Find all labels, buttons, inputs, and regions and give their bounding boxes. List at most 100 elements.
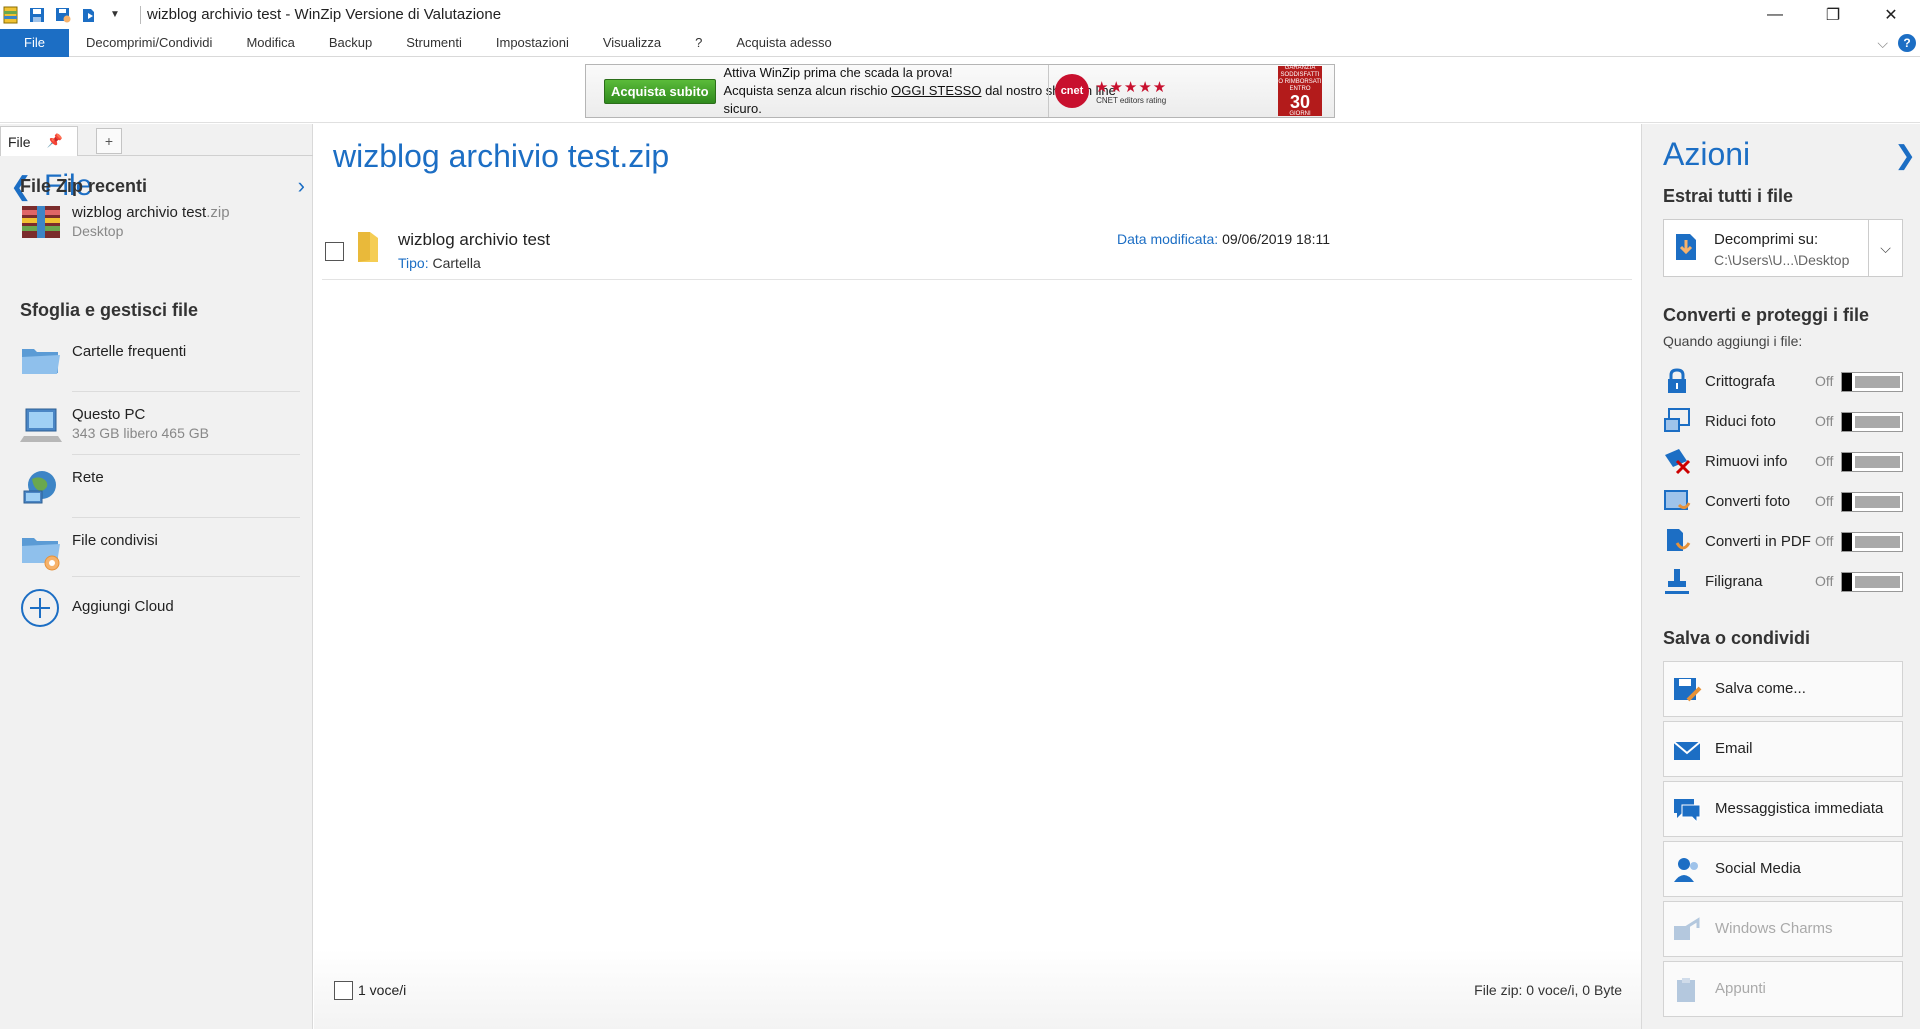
archive-content-pane: wizblog archivio test.zip wizblog archiv… — [314, 124, 1641, 1029]
place-name: Cartelle frequenti — [72, 343, 187, 360]
social-media-label: Social Media — [1715, 860, 1801, 877]
menu-acquista-adesso[interactable]: Acquista adesso — [719, 29, 848, 57]
social-media-button[interactable]: Social Media — [1663, 841, 1903, 897]
save-as-icon[interactable] — [54, 6, 72, 24]
windows-charms-button[interactable]: Windows Charms — [1663, 901, 1903, 957]
money-back-guarantee-badge: GARANZIA SODDISFATTI O RIMBORSATI ENTRO … — [1278, 65, 1322, 117]
clipboard-button[interactable]: Appunti — [1663, 961, 1903, 1017]
unzip-label: Decomprimi su: — [1714, 231, 1819, 248]
encrypt-toggle-switch[interactable] — [1841, 372, 1903, 392]
remove-info-toggle-switch[interactable] — [1841, 452, 1903, 472]
recent-zip-heading: File Zip recenti — [20, 176, 148, 196]
email-button[interactable]: Email — [1663, 721, 1903, 777]
tab-file[interactable]: File 📌 — [0, 126, 78, 156]
menu-impostazioni[interactable]: Impostazioni — [479, 29, 586, 57]
folder-icon — [356, 230, 380, 264]
divider — [72, 576, 300, 577]
place-this-pc[interactable]: Questo PC 343 GB libero 465 GB — [20, 406, 300, 442]
recent-zip-location: Desktop — [72, 223, 124, 239]
collapse-actions-chevron-icon[interactable]: ❯ — [1894, 140, 1916, 171]
menu-help-question[interactable]: ? — [678, 29, 719, 57]
minimize-button[interactable]: — — [1746, 0, 1804, 29]
entry-checkbox[interactable] — [325, 242, 344, 261]
forward-chevron-icon[interactable]: › — [298, 173, 305, 199]
windows-charms-label: Windows Charms — [1715, 920, 1833, 937]
actions-title: Azioni — [1663, 136, 1751, 172]
menu-decomprimi-condividi[interactable]: Decomprimi/Condividi — [69, 29, 229, 57]
trial-ad-banner[interactable]: Acquista subito Attiva WinZip prima che … — [585, 64, 1335, 118]
select-all-checkbox[interactable] — [334, 981, 353, 1000]
pin-icon[interactable]: 📌 — [47, 133, 63, 149]
place-frequent-folders[interactable]: Cartelle frequenti — [20, 343, 300, 379]
convert-pdf-toggle-switch[interactable] — [1841, 532, 1903, 552]
share-heading: Salva o condividi — [1663, 628, 1811, 648]
toggle-state: Off — [1815, 413, 1834, 429]
winzip-app-icon[interactable] — [2, 6, 20, 24]
divider — [72, 391, 300, 392]
toggle-row-converti-pdf: Converti in PDF Off — [1663, 527, 1903, 557]
item-count: 1 voce/i — [358, 982, 407, 998]
menu-modifica[interactable]: Modifica — [229, 29, 311, 57]
toggle-row-crittografa: Crittografa Off — [1663, 367, 1903, 397]
toggle-state: Off — [1815, 533, 1834, 549]
toggle-state: Off — [1815, 573, 1834, 589]
place-shared-files[interactable]: File condivisi — [20, 532, 300, 571]
add-cloud-button[interactable]: Aggiungi Cloud — [20, 588, 300, 627]
computer-icon — [20, 406, 62, 442]
close-button[interactable]: ✕ — [1862, 0, 1920, 29]
add-circle-icon — [20, 588, 62, 627]
lock-icon — [1663, 367, 1691, 395]
clipboard-label: Appunti — [1715, 980, 1766, 997]
menu-visualizza[interactable]: Visualizza — [586, 29, 678, 57]
actions-pane: Azioni ❯ Estrai tutti i file Decomprimi … — [1641, 124, 1920, 1029]
customize-dropdown-icon[interactable]: ▼ — [106, 6, 124, 24]
buy-now-button[interactable]: Acquista subito — [604, 78, 716, 104]
place-name: Questo PC — [72, 406, 146, 423]
zip-file-title: wizblog archivio test.zip — [333, 138, 670, 174]
instant-messaging-label: Messaggistica immediata — [1715, 800, 1884, 817]
archive-entry-row[interactable]: wizblog archivio test Tipo: Cartella Dat… — [322, 224, 1632, 280]
toggle-state: Off — [1815, 493, 1834, 509]
menu-file[interactable]: File — [0, 28, 69, 57]
add-tab-button[interactable]: + — [96, 128, 122, 154]
save-as-button[interactable]: Salva come... — [1663, 661, 1903, 717]
share-icon[interactable] — [80, 6, 98, 24]
title-separator — [140, 5, 141, 24]
menu-strumenti[interactable]: Strumenti — [389, 29, 479, 57]
unzip-icon — [1674, 232, 1698, 262]
divider — [72, 517, 300, 518]
winzip-file-icon — [20, 204, 62, 240]
extract-heading: Estrai tutti i file — [1663, 186, 1794, 206]
save-icon[interactable] — [28, 6, 46, 24]
recent-zip-item[interactable]: wizblog archivio test.zip Desktop — [20, 204, 300, 240]
watermark-toggle-switch[interactable] — [1841, 572, 1903, 592]
chat-bubble-icon — [1672, 796, 1702, 824]
help-icon[interactable]: ? — [1898, 34, 1916, 52]
cnet-rating: cnet ★★★★★ CNET editors rating GARANZIA … — [1048, 65, 1328, 117]
restore-button[interactable]: ❐ — [1804, 0, 1862, 29]
convert-photo-toggle-switch[interactable] — [1841, 492, 1903, 512]
add-cloud-label: Aggiungi Cloud — [72, 598, 174, 615]
instant-messaging-button[interactable]: Messaggistica immediata — [1663, 781, 1903, 837]
convert-pdf-icon — [1663, 527, 1691, 555]
unzip-to-button[interactable]: Decomprimi su: C:\Users\U...\Desktop ⌵ — [1663, 219, 1903, 277]
resize-photo-toggle-switch[interactable] — [1841, 412, 1903, 432]
toggle-label: Riduci foto — [1705, 413, 1776, 430]
clipboard-icon — [1672, 976, 1702, 1004]
network-globe-icon — [20, 469, 62, 505]
menu-backup[interactable]: Backup — [312, 29, 389, 57]
files-pane: File 📌 + ❮ File › File Zip recenti wizbl… — [0, 124, 313, 1029]
place-network[interactable]: Rete — [20, 469, 300, 505]
cnet-logo: cnet — [1055, 74, 1089, 108]
shared-folder-icon — [20, 532, 62, 571]
toggle-label: Converti foto — [1705, 493, 1791, 510]
ribbon-collapse-chevron-icon[interactable]: ⌵ — [1877, 35, 1888, 52]
files-pane-tabs: File 📌 + — [0, 124, 313, 156]
rating-caption: CNET editors rating — [1096, 95, 1167, 105]
banner-link-oggi-stesso[interactable]: OGGI STESSO — [891, 83, 981, 98]
watermark-stamp-icon — [1663, 567, 1691, 595]
toggle-state: Off — [1815, 373, 1834, 389]
place-name: File condivisi — [72, 532, 158, 549]
unzip-dropdown-chevron-icon[interactable]: ⌵ — [1868, 220, 1902, 276]
toggle-label: Rimuovi info — [1705, 453, 1788, 470]
